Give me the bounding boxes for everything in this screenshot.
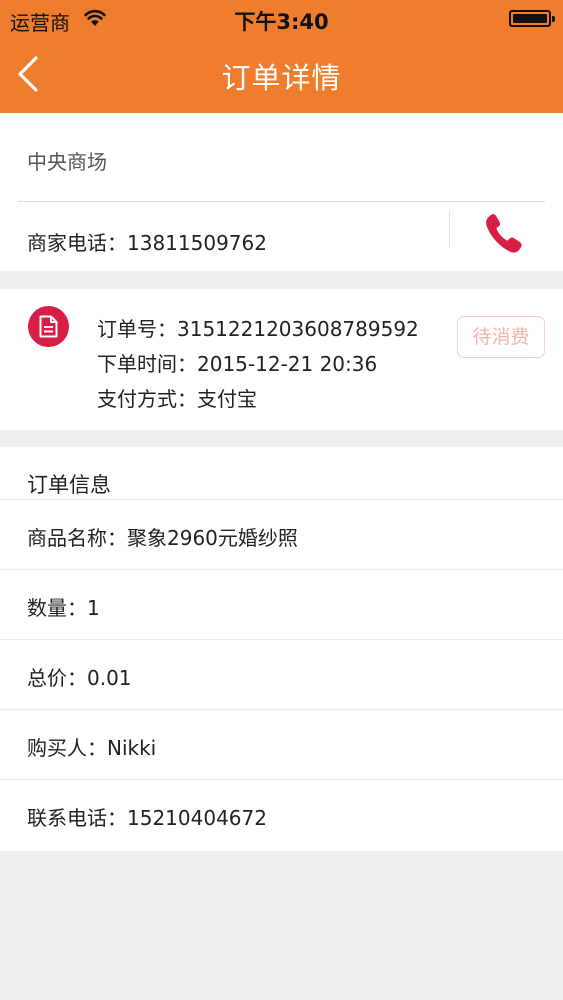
status-badge: 待消费 (457, 316, 545, 358)
merchant-phone: 商家电话：13811509762 (27, 231, 267, 255)
status-time: 下午3:40 (234, 10, 329, 34)
contact-phone-row: 联系电话：15210404672 (0, 779, 563, 849)
order-time: 下单时间：2015-12-21 20:36 (97, 352, 378, 376)
quantity-row: 数量：1 (0, 569, 563, 639)
quantity: 数量：1 (27, 596, 100, 620)
contact-phone: 联系电话：15210404672 (27, 806, 267, 830)
payment-method: 支付方式：支付宝 (97, 387, 257, 411)
page-title: 订单详情 (221, 61, 342, 95)
merchant-name[interactable]: 中央商场 (27, 146, 107, 175)
header: 运营商 下午3:40 订单详情 (0, 0, 563, 113)
product-name: 商品名称：聚象2960元婚纱照 (27, 526, 298, 550)
order-info-section: 订单信息 商品名称：聚象2960元婚纱照 数量：1 总价：0.01 购买人：Ni… (0, 447, 563, 851)
section-title: 订单信息 (27, 473, 111, 497)
phone-call-icon[interactable] (482, 211, 526, 255)
nav-bar: 订单详情 (0, 38, 563, 113)
total-price: 总价：0.01 (27, 666, 132, 690)
battery-icon (509, 10, 555, 27)
divider (18, 201, 545, 202)
product-name-row: 商品名称：聚象2960元婚纱照 (0, 499, 563, 569)
order-number: 订单号：3151221203608789592 (97, 317, 419, 341)
order-detail-screen: 运营商 下午3:40 订单详情 中央商场 商家电话：13811509762 订单… (0, 0, 563, 1000)
divider (449, 210, 450, 248)
merchant-card: 中央商场 商家电话：13811509762 (0, 113, 563, 271)
buyer-row: 购买人：Nikki (0, 709, 563, 779)
document-icon (28, 306, 69, 347)
order-summary-card: 订单号：3151221203608789592 下单时间：2015-12-21 … (0, 289, 563, 430)
buyer-name: 购买人：Nikki (27, 736, 157, 760)
total-price-row: 总价：0.01 (0, 639, 563, 709)
status-bar: 运营商 下午3:40 (0, 0, 563, 38)
